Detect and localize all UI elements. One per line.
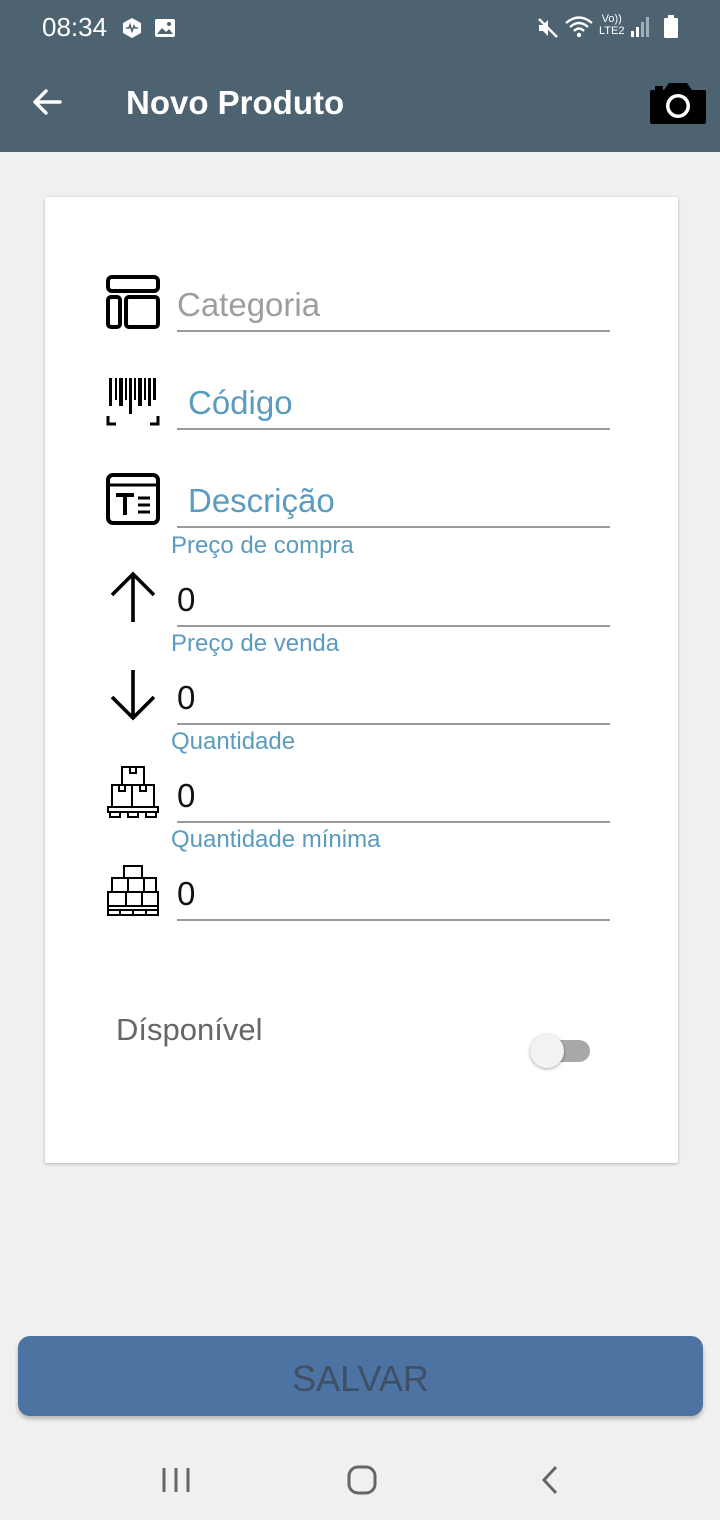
camera-icon[interactable] <box>648 80 708 126</box>
quantidade-field[interactable]: 0 <box>177 764 610 823</box>
arrow-down-icon <box>110 670 156 721</box>
descricao-placeholder: Descrição <box>188 482 335 519</box>
boxes-pallet-stack-icon <box>107 865 159 916</box>
quantidade-value: 0 <box>177 777 196 814</box>
page-title: Novo Produto <box>126 84 345 121</box>
save-button[interactable]: SALVAR <box>18 1336 703 1416</box>
categoria-placeholder: Categoria <box>177 286 321 323</box>
preco-venda-field[interactable]: 0 <box>177 666 610 725</box>
boxes-pallet-icon <box>107 766 159 818</box>
notification-app-icon <box>123 18 141 38</box>
quantidade-minima-label: Quantidade mínima <box>171 826 381 853</box>
battery-icon <box>664 15 678 38</box>
volte-label: Vo)) <box>601 13 622 25</box>
descricao-field[interactable]: Descrição <box>177 476 610 528</box>
recent-apps-icon[interactable] <box>156 1462 196 1498</box>
preco-compra-field[interactable]: 0 <box>177 568 610 627</box>
quantidade-minima-value: 0 <box>177 875 196 912</box>
disponivel-label: Dísponível <box>116 1012 263 1047</box>
codigo-placeholder: Código <box>188 384 293 421</box>
barcode-icon <box>106 378 160 426</box>
system-nav-bar <box>0 1440 720 1520</box>
status-time: 08:34 <box>42 12 108 42</box>
back-nav-icon[interactable] <box>530 1462 570 1498</box>
wifi-icon <box>565 16 593 38</box>
network-indicator: Vo)) LTE2 <box>599 13 624 37</box>
image-notification-icon <box>155 19 175 37</box>
preco-compra-label: Preço de compra <box>171 532 354 559</box>
app-bar: Novo Produto <box>0 56 720 152</box>
lte-label: LTE2 <box>599 25 625 37</box>
codigo-field[interactable]: Código <box>177 378 610 430</box>
layout-icon <box>106 275 160 329</box>
categoria-field[interactable]: Categoria <box>177 280 610 332</box>
home-icon[interactable] <box>342 1462 382 1498</box>
arrow-left-icon[interactable] <box>28 82 68 122</box>
disponivel-switch[interactable] <box>530 1034 590 1068</box>
quantidade-label: Quantidade <box>171 728 296 755</box>
switch-thumb <box>530 1034 564 1068</box>
signal-icon <box>631 17 649 37</box>
mute-icon <box>538 18 558 38</box>
preco-compra-value: 0 <box>177 581 196 618</box>
arrow-up-icon <box>110 571 156 622</box>
text-document-icon <box>106 473 160 525</box>
status-bar: 08:34 Vo)) LTE2 <box>0 0 720 56</box>
quantidade-minima-field[interactable]: 0 <box>177 862 610 921</box>
save-button-label: SALVAR <box>292 1358 429 1399</box>
preco-venda-label: Preço de venda <box>171 630 340 657</box>
preco-venda-value: 0 <box>177 679 196 716</box>
